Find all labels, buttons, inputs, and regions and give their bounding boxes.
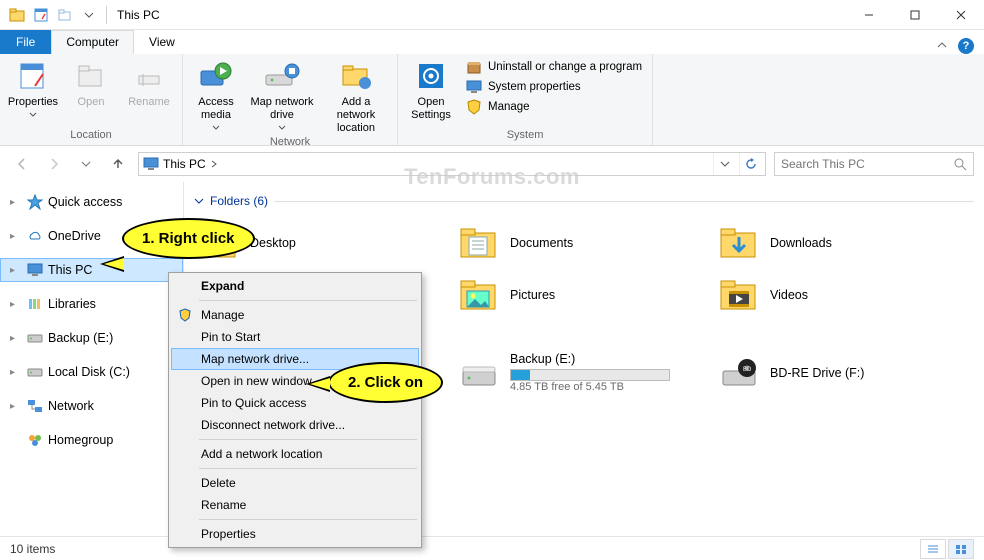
cm-rename[interactable]: Rename xyxy=(171,494,419,516)
maximize-button[interactable] xyxy=(892,0,938,30)
open-settings-button[interactable]: Open Settings xyxy=(404,58,458,122)
monitor-icon xyxy=(466,79,482,95)
search-icon xyxy=(953,157,967,171)
open-button: Open xyxy=(64,58,118,109)
recent-locations-button[interactable] xyxy=(74,152,98,176)
homegroup-icon xyxy=(26,431,44,449)
ribbon: Properties Open Rename Location Access m… xyxy=(0,54,984,146)
this-pc-icon xyxy=(143,156,159,172)
details-view-button[interactable] xyxy=(920,539,946,559)
search-box[interactable] xyxy=(774,152,974,176)
folder-pictures[interactable]: Pictures xyxy=(454,270,704,320)
cm-expand[interactable]: Expand xyxy=(171,275,419,297)
thumbnails-view-button[interactable] xyxy=(948,539,974,559)
shield-icon xyxy=(466,99,482,115)
callout-right-click: 1. Right click xyxy=(122,218,255,259)
window-title: This PC xyxy=(117,8,160,22)
cm-disconnect-drive[interactable]: Disconnect network drive... xyxy=(171,414,419,436)
system-properties-button[interactable]: System properties xyxy=(462,78,646,96)
drive-icon xyxy=(26,363,44,381)
back-button[interactable] xyxy=(10,152,34,176)
folder-videos[interactable]: Videos xyxy=(714,270,964,320)
group-system-label: System xyxy=(404,129,646,143)
uninstall-program-button[interactable]: Uninstall or change a program xyxy=(462,58,646,76)
tree-backup[interactable]: ▸Backup (E:) xyxy=(0,326,183,350)
properties-button[interactable]: Properties xyxy=(6,58,60,122)
cloud-icon xyxy=(26,227,44,245)
up-button[interactable] xyxy=(106,152,130,176)
callout-click-on: 2. Click on xyxy=(328,362,443,403)
chevron-down-icon[interactable] xyxy=(78,4,100,26)
rename-button: Rename xyxy=(122,58,176,109)
close-button[interactable] xyxy=(938,0,984,30)
search-input[interactable] xyxy=(781,157,953,171)
tree-local-disk[interactable]: ▸Local Disk (C:) xyxy=(0,360,183,384)
folder-documents[interactable]: Documents xyxy=(454,218,704,268)
forward-button[interactable] xyxy=(42,152,66,176)
tree-homegroup[interactable]: Homegroup xyxy=(0,428,183,452)
nav-row: This PC xyxy=(0,146,984,182)
item-count: 10 items xyxy=(10,542,55,556)
cm-manage[interactable]: Manage xyxy=(171,304,419,326)
drive-icon xyxy=(26,329,44,347)
libraries-icon xyxy=(26,295,44,313)
shield-icon xyxy=(177,307,193,323)
qat-properties-icon[interactable] xyxy=(30,4,52,26)
access-media-button[interactable]: Access media xyxy=(189,58,243,136)
refresh-button[interactable] xyxy=(739,153,761,175)
drive-usage-bar xyxy=(510,369,670,381)
drive-backup[interactable]: Backup (E:) 4.85 TB free of 5.45 TB xyxy=(454,348,704,398)
tree-quick-access[interactable]: ▸Quick access xyxy=(0,190,183,214)
tree-libraries[interactable]: ▸Libraries xyxy=(0,292,183,316)
box-icon xyxy=(466,59,482,75)
manage-button[interactable]: Manage xyxy=(462,98,646,116)
tree-network[interactable]: ▸Network xyxy=(0,394,183,418)
cm-add-network-location[interactable]: Add a network location xyxy=(171,443,419,465)
minimize-button[interactable] xyxy=(846,0,892,30)
help-icon[interactable]: ? xyxy=(958,38,974,54)
history-dropdown-button[interactable] xyxy=(713,153,735,175)
qat-newfolder-icon[interactable] xyxy=(54,4,76,26)
star-icon xyxy=(26,193,44,211)
add-network-location-button[interactable]: Add a network location xyxy=(321,58,391,136)
folder-downloads[interactable]: Downloads xyxy=(714,218,964,268)
group-location-label: Location xyxy=(6,129,176,143)
address-bar[interactable]: This PC xyxy=(138,152,766,176)
breadcrumb[interactable]: This PC xyxy=(163,157,218,171)
folders-group-header[interactable]: Folders (6) xyxy=(194,194,974,208)
tab-file[interactable]: File xyxy=(0,30,51,54)
cm-pin-start[interactable]: Pin to Start xyxy=(171,326,419,348)
titlebar: This PC xyxy=(0,0,984,30)
explorer-icon xyxy=(6,4,28,26)
cm-properties[interactable]: Properties xyxy=(171,523,419,545)
drive-bdre[interactable]: BD BD-RE Drive (F:) xyxy=(714,348,964,398)
cm-delete[interactable]: Delete xyxy=(171,472,419,494)
map-network-drive-button[interactable]: Map network drive xyxy=(247,58,317,136)
monitor-icon xyxy=(26,261,44,279)
tab-computer[interactable]: Computer xyxy=(51,30,134,54)
ribbon-tabs: File Computer View ? xyxy=(0,30,984,54)
context-menu: Expand Manage Pin to Start Map network d… xyxy=(168,272,422,548)
svg-text:BD: BD xyxy=(743,367,752,373)
network-icon xyxy=(26,397,44,415)
status-bar: 10 items xyxy=(0,536,984,560)
tab-view[interactable]: View xyxy=(134,30,190,54)
group-network-label: Network xyxy=(189,136,391,150)
collapse-ribbon-icon[interactable] xyxy=(936,39,948,54)
tree-this-pc[interactable]: ▸This PC xyxy=(0,258,183,282)
